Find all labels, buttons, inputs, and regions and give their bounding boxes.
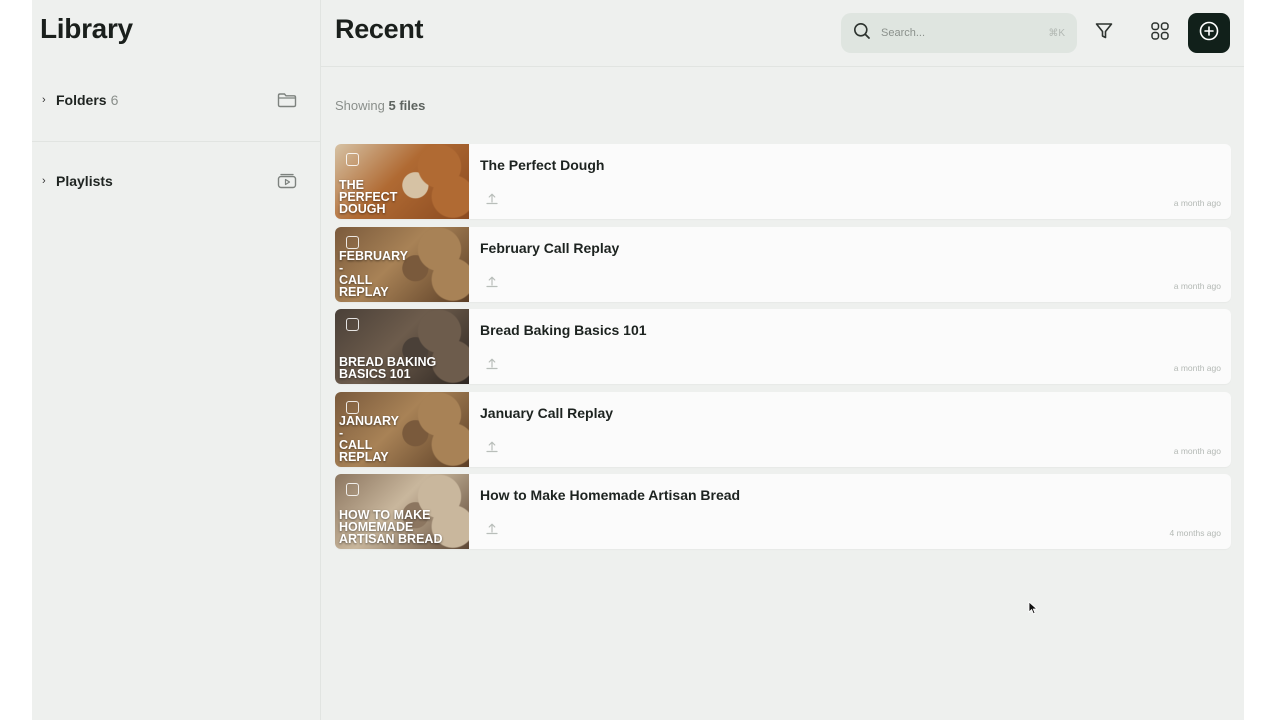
sidebar-title: Library: [40, 13, 133, 44]
select-checkbox[interactable]: [346, 153, 359, 166]
summary-count: 5 files: [388, 98, 426, 113]
file-timestamp: a month ago: [1173, 280, 1221, 291]
sidebar-item-playlists[interactable]: › Playlists: [32, 162, 320, 200]
file-title: Bread Baking Basics 101: [480, 322, 647, 338]
thumbnail-title: THE PERFECT DOUGH: [339, 178, 398, 216]
upload-icon[interactable]: [485, 275, 499, 289]
file-info: January Call Replay a month ago: [469, 392, 1231, 467]
file-info: The Perfect Dough a month ago: [469, 144, 1231, 219]
chevron-right-icon: ›: [42, 175, 46, 187]
grid-view-button[interactable]: [1140, 13, 1180, 53]
file-info: How to Make Homemade Artisan Bread 4 mon…: [469, 474, 1231, 549]
filter-icon: [1094, 21, 1114, 46]
file-timestamp: a month ago: [1173, 445, 1221, 456]
sidebar-item-label: Folders: [56, 92, 107, 108]
app-window: Library › Folders 6 › Playlists Recent ⌘…: [32, 0, 1244, 720]
select-checkbox[interactable]: [346, 318, 359, 331]
sidebar: Library › Folders 6 › Playlists: [32, 0, 321, 720]
summary-prefix: Showing: [335, 98, 385, 113]
file-thumbnail[interactable]: HOW TO MAKE HOMEMADE ARTISAN BREAD: [335, 474, 469, 549]
file-count-summary: Showing 5 files: [335, 98, 425, 113]
file-thumbnail[interactable]: FEBRUARY - CALL REPLAY: [335, 226, 469, 302]
upload-icon[interactable]: [485, 440, 499, 454]
file-thumbnail[interactable]: JANUARY - CALL REPLAY: [335, 391, 469, 467]
chevron-right-icon: ›: [42, 94, 46, 106]
upload-icon[interactable]: [485, 522, 499, 536]
file-title: The Perfect Dough: [480, 157, 605, 173]
folders-count: 6: [110, 92, 119, 108]
select-checkbox[interactable]: [346, 400, 359, 414]
main-content: Recent ⌘K Showing 5 files: [321, 0, 1244, 720]
file-row[interactable]: BREAD BAKING BASICS 101 Bread Baking Bas…: [335, 309, 1231, 384]
file-row[interactable]: HOW TO MAKE HOMEMADE ARTISAN BREAD How t…: [335, 474, 1231, 549]
thumbnail-title: HOW TO MAKE HOMEMADE ARTISAN BREAD: [339, 508, 443, 546]
file-timestamp: 4 months ago: [1169, 528, 1221, 538]
file-list: THE PERFECT DOUGH The Perfect Dough a mo…: [335, 144, 1231, 557]
sidebar-item-folders[interactable]: › Folders 6: [32, 81, 320, 119]
grid-view-icon: [1150, 21, 1170, 46]
thumbnail-title: FEBRUARY - CALL REPLAY: [339, 248, 408, 299]
search-shortcut: ⌘K: [1048, 27, 1065, 39]
select-checkbox[interactable]: [346, 235, 359, 249]
thumbnail-title: BREAD BAKING BASICS 101: [339, 355, 437, 381]
select-checkbox[interactable]: [346, 483, 359, 496]
file-row[interactable]: JANUARY - CALL REPLAY January Call Repla…: [335, 391, 1231, 467]
thumbnail-title: JANUARY - CALL REPLAY: [339, 413, 399, 464]
file-thumbnail[interactable]: BREAD BAKING BASICS 101: [335, 309, 469, 384]
header-divider: [321, 66, 1244, 67]
add-icon: [1198, 20, 1220, 47]
page-title: Recent: [335, 14, 424, 44]
file-thumbnail[interactable]: THE PERFECT DOUGH: [335, 144, 469, 219]
file-info: February Call Replay a month ago: [469, 227, 1231, 302]
upload-icon[interactable]: [485, 192, 499, 206]
file-info: Bread Baking Basics 101 a month ago: [469, 309, 1231, 384]
folder-icon[interactable]: [276, 91, 298, 109]
file-title: February Call Replay: [480, 239, 620, 256]
upload-icon[interactable]: [485, 357, 499, 371]
file-timestamp: a month ago: [1173, 198, 1221, 208]
file-row[interactable]: FEBRUARY - CALL REPLAY February Call Rep…: [335, 226, 1231, 302]
search-icon: [853, 22, 871, 45]
playlist-icon[interactable]: [276, 172, 298, 190]
add-button[interactable]: [1188, 13, 1230, 53]
file-row[interactable]: THE PERFECT DOUGH The Perfect Dough a mo…: [335, 144, 1231, 219]
search-box[interactable]: ⌘K: [841, 13, 1077, 53]
search-input[interactable]: [881, 27, 1049, 39]
sidebar-divider: [32, 141, 320, 142]
file-title: How to Make Homemade Artisan Bread: [480, 487, 741, 503]
mouse-cursor-icon: [1028, 601, 1038, 620]
sidebar-item-label: Playlists: [56, 173, 113, 189]
file-timestamp: a month ago: [1173, 363, 1221, 373]
filter-button[interactable]: [1084, 13, 1124, 53]
file-title: January Call Replay: [480, 404, 614, 421]
